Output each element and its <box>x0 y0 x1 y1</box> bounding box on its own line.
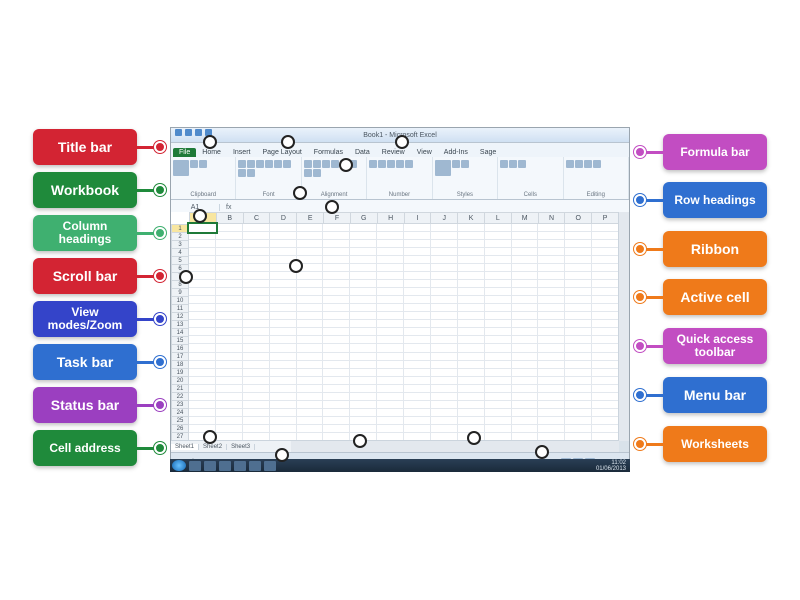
label-menu-bar[interactable]: Menu bar <box>663 377 767 413</box>
hotspot-marker[interactable] <box>535 445 549 459</box>
label-workbook[interactable]: Workbook <box>33 172 137 208</box>
column-headings: ABCDEFGHIJKLMNOP <box>189 212 619 224</box>
worksheet-grid: ABCDEFGHIJKLMNOP 12345678910111213141516… <box>171 212 619 441</box>
hotspot-marker[interactable] <box>353 434 367 448</box>
hotspot-marker[interactable] <box>467 431 481 445</box>
hotspot-marker[interactable] <box>275 448 289 462</box>
label-row-headings[interactable]: Row headings <box>663 182 767 218</box>
diagram-stage: Book1 - Microsoft Excel FileHomeInsertPa… <box>0 0 800 600</box>
label-quick-access-toolbar[interactable]: Quick access toolbar <box>663 328 767 364</box>
menu-tab: Sage <box>474 148 502 157</box>
label-title-bar[interactable]: Title bar <box>33 129 137 165</box>
hotspot-marker[interactable] <box>179 270 193 284</box>
menu-tab: File <box>173 148 196 157</box>
menu-tab: Add-Ins <box>438 148 474 157</box>
menu-tab: Home <box>196 148 227 157</box>
hotspot-marker[interactable] <box>325 200 339 214</box>
menu-tab: Page Layout <box>256 148 307 157</box>
label-ribbon[interactable]: Ribbon <box>663 231 767 267</box>
start-button-icon <box>172 460 186 471</box>
label-scroll-bar[interactable]: Scroll bar <box>33 258 137 294</box>
label-cell-address[interactable]: Cell address <box>33 430 137 466</box>
menu-tab: Data <box>349 148 376 157</box>
menu-tab: Formulas <box>308 148 349 157</box>
menu-tab: Insert <box>227 148 257 157</box>
row-headings: 1234567891011121314151617181920212223242… <box>171 224 189 441</box>
hotspot-marker[interactable] <box>203 135 217 149</box>
label-column-headings[interactable]: Column headings <box>33 215 137 251</box>
label-task-bar[interactable]: Task bar <box>33 344 137 380</box>
active-cell <box>189 224 216 232</box>
excel-screenshot: Book1 - Microsoft Excel FileHomeInsertPa… <box>170 127 630 472</box>
hotspot-marker[interactable] <box>395 135 409 149</box>
menu-tab: Review <box>376 148 411 157</box>
label-status-bar[interactable]: Status bar <box>33 387 137 423</box>
menu-tab: View <box>411 148 438 157</box>
hotspot-marker[interactable] <box>339 158 353 172</box>
label-view-modes-zoom[interactable]: View modes/Zoom <box>33 301 137 337</box>
windows-taskbar: 11:0201/06/2013 <box>170 459 630 472</box>
cells-area <box>189 224 619 441</box>
label-active-cell[interactable]: Active cell <box>663 279 767 315</box>
vertical-scrollbar <box>618 212 629 441</box>
label-formula-bar[interactable]: Formula bar <box>663 134 767 170</box>
label-worksheets[interactable]: Worksheets <box>663 426 767 462</box>
hotspot-marker[interactable] <box>281 135 295 149</box>
hotspot-marker[interactable] <box>193 209 207 223</box>
hotspot-marker[interactable] <box>289 259 303 273</box>
ribbon: ClipboardFontAlignmentNumberStylesCellsE… <box>171 157 629 200</box>
fx-icon: fx <box>220 204 237 211</box>
hotspot-marker[interactable] <box>203 430 217 444</box>
taskbar-clock: 11:0201/06/2013 <box>592 460 630 472</box>
hotspot-marker[interactable] <box>293 186 307 200</box>
